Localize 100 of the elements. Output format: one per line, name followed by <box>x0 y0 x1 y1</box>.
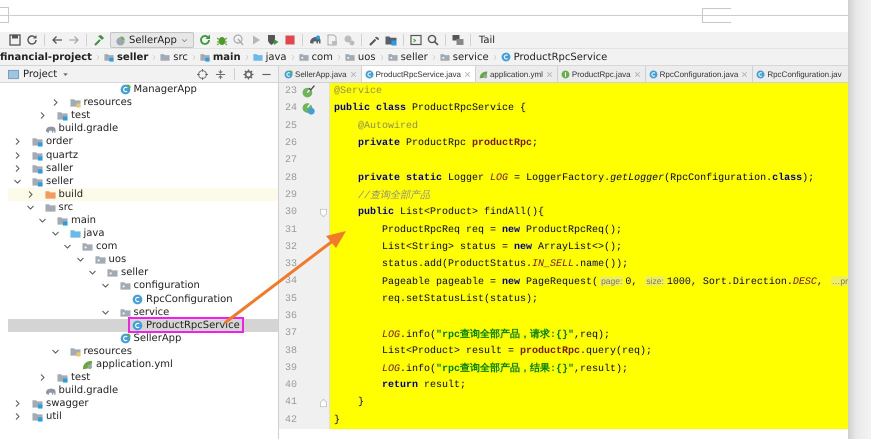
line-number: 41 <box>284 397 297 408</box>
chevron-right-icon[interactable] <box>13 164 22 173</box>
tail-button[interactable]: Tail <box>476 34 497 46</box>
code-line: List<Product> result = productRpc.query(req); <box>381 346 652 357</box>
tree-item[interactable]: test <box>8 109 278 122</box>
editor-tab[interactable]: RpcConfiguration.jav <box>753 66 845 82</box>
crosshair-icon[interactable] <box>197 68 208 80</box>
chevron-down-icon[interactable] <box>100 308 110 317</box>
breadcrumb[interactable]: ProductRpcService <box>500 52 608 62</box>
chevron-right-icon[interactable] <box>38 111 47 120</box>
folder-icon <box>32 411 43 422</box>
play-shield-icon[interactable] <box>266 34 279 46</box>
tree-item[interactable]: util <box>8 410 278 424</box>
chevron-down-icon[interactable] <box>88 268 97 278</box>
search-icon[interactable] <box>426 34 439 46</box>
chevron-down-icon[interactable] <box>76 255 84 264</box>
tree-item[interactable]: ManagerApp <box>8 83 278 96</box>
breadcrumb[interactable]: main <box>200 52 241 62</box>
tree-item[interactable]: quartz <box>8 148 278 162</box>
folder-grid-icon[interactable] <box>384 34 397 46</box>
editor-tab[interactable]: application.yml <box>476 66 558 82</box>
breadcrumb[interactable]: seller <box>388 52 428 62</box>
breadcrumb[interactable]: com <box>298 52 333 62</box>
chevron-right-icon[interactable] <box>26 190 34 199</box>
back-arrow-icon[interactable] <box>51 34 63 46</box>
editor-tab[interactable]: SellerApp.java <box>281 66 362 82</box>
hammer-icon[interactable] <box>93 34 105 46</box>
bug-icon[interactable] <box>216 34 228 46</box>
breadcrumb[interactable]: financial-project <box>0 52 92 62</box>
line-number: 24 <box>284 103 297 114</box>
editor-tab[interactable]: RpcConfiguration.java <box>646 66 754 82</box>
tree-item[interactable]: seller <box>8 174 278 188</box>
chevron-down-icon[interactable] <box>13 176 22 186</box>
class-icon <box>284 70 293 78</box>
fold-marker-icon[interactable] <box>319 208 328 218</box>
chevron-down-icon[interactable] <box>50 346 60 356</box>
tree-item[interactable]: SellerApp <box>8 332 278 345</box>
editor-tab[interactable]: ProductRpc.java <box>558 66 646 82</box>
tree-item[interactable]: src <box>8 200 278 214</box>
breadcrumb[interactable]: java <box>252 52 287 62</box>
code-line: ProductRpcReq req = new ProductRpcReq(); <box>381 224 622 236</box>
tree-item[interactable]: uos <box>8 253 278 266</box>
run-configuration-dropdown[interactable]: SellerApp <box>110 32 194 48</box>
breadcrumb[interactable]: uos <box>344 52 376 62</box>
chevron-right-icon[interactable] <box>13 399 22 408</box>
chevron-down-icon[interactable] <box>63 242 72 252</box>
tree-item[interactable]: resources <box>8 96 278 110</box>
refresh-icon[interactable] <box>198 34 211 46</box>
breadcrumb[interactable]: seller <box>104 52 148 62</box>
class-icon <box>132 320 143 331</box>
chevron-down-icon[interactable] <box>38 216 47 225</box>
tree-item[interactable]: seller <box>8 266 278 280</box>
refresh-icon[interactable] <box>26 34 38 46</box>
tree-item[interactable]: resources <box>8 344 278 358</box>
editor-tab[interactable]: ProductRpcService.java <box>362 66 476 82</box>
tree-item[interactable]: com <box>8 240 278 254</box>
chevron-right-icon[interactable] <box>13 150 22 160</box>
tree-item[interactable]: build.gradle <box>8 122 278 136</box>
chevron-right-icon[interactable] <box>38 373 47 382</box>
chevron-down-icon[interactable] <box>26 202 34 212</box>
class-icon <box>500 52 511 62</box>
breadcrumb[interactable]: service <box>440 52 489 62</box>
save-icon[interactable] <box>9 34 21 46</box>
tree-item[interactable]: saller <box>8 162 278 175</box>
chevron-right-icon[interactable] <box>13 412 22 422</box>
tree-item[interactable]: test <box>8 371 278 384</box>
chevron-right-icon[interactable] <box>13 137 22 146</box>
code-line: List<String> status = new ArrayList<>(); <box>381 242 622 253</box>
folder-icon <box>440 52 450 62</box>
tree-item[interactable]: main <box>8 214 278 228</box>
tree-item[interactable]: order <box>8 135 278 148</box>
tree-item[interactable]: application.yml <box>8 358 278 372</box>
fold-marker-icon[interactable] <box>319 398 328 408</box>
line-number: 28 <box>284 172 297 184</box>
line-number: 37 <box>284 328 297 340</box>
chevron-right-icon[interactable] <box>50 98 60 108</box>
project-view-dropdown[interactable]: Project <box>8 68 70 80</box>
chevron-down-icon[interactable] <box>100 281 110 290</box>
tree-item[interactable]: java <box>8 227 278 240</box>
wrench-icon[interactable] <box>368 34 380 46</box>
window-icon[interactable] <box>410 34 422 46</box>
settings-icon[interactable] <box>243 68 254 80</box>
collapse-icon[interactable] <box>215 68 226 80</box>
tree-item[interactable]: swagger <box>8 397 278 410</box>
folder-icon <box>200 52 210 62</box>
breadcrumb[interactable]: src <box>160 52 188 62</box>
tree-item[interactable]: build.gradle <box>8 384 278 398</box>
tree-item[interactable]: build <box>8 188 278 201</box>
code-line: private ProductRpc productRpc; <box>357 138 538 150</box>
line-number: 23 <box>284 86 297 98</box>
chevron-down-icon[interactable] <box>50 229 60 238</box>
stop-icon[interactable] <box>284 34 296 46</box>
tree-item[interactable]: RpcConfiguration <box>8 292 278 306</box>
tree-item[interactable]: ProductRpcService <box>8 318 278 332</box>
folder-icon <box>32 398 43 410</box>
tree-item[interactable]: service <box>8 306 278 319</box>
code-line: public class ProductRpcService { <box>334 103 526 114</box>
tree-item[interactable]: configuration <box>8 279 278 292</box>
bean-icon[interactable] <box>302 85 314 98</box>
elephant-icon[interactable] <box>308 34 321 46</box>
